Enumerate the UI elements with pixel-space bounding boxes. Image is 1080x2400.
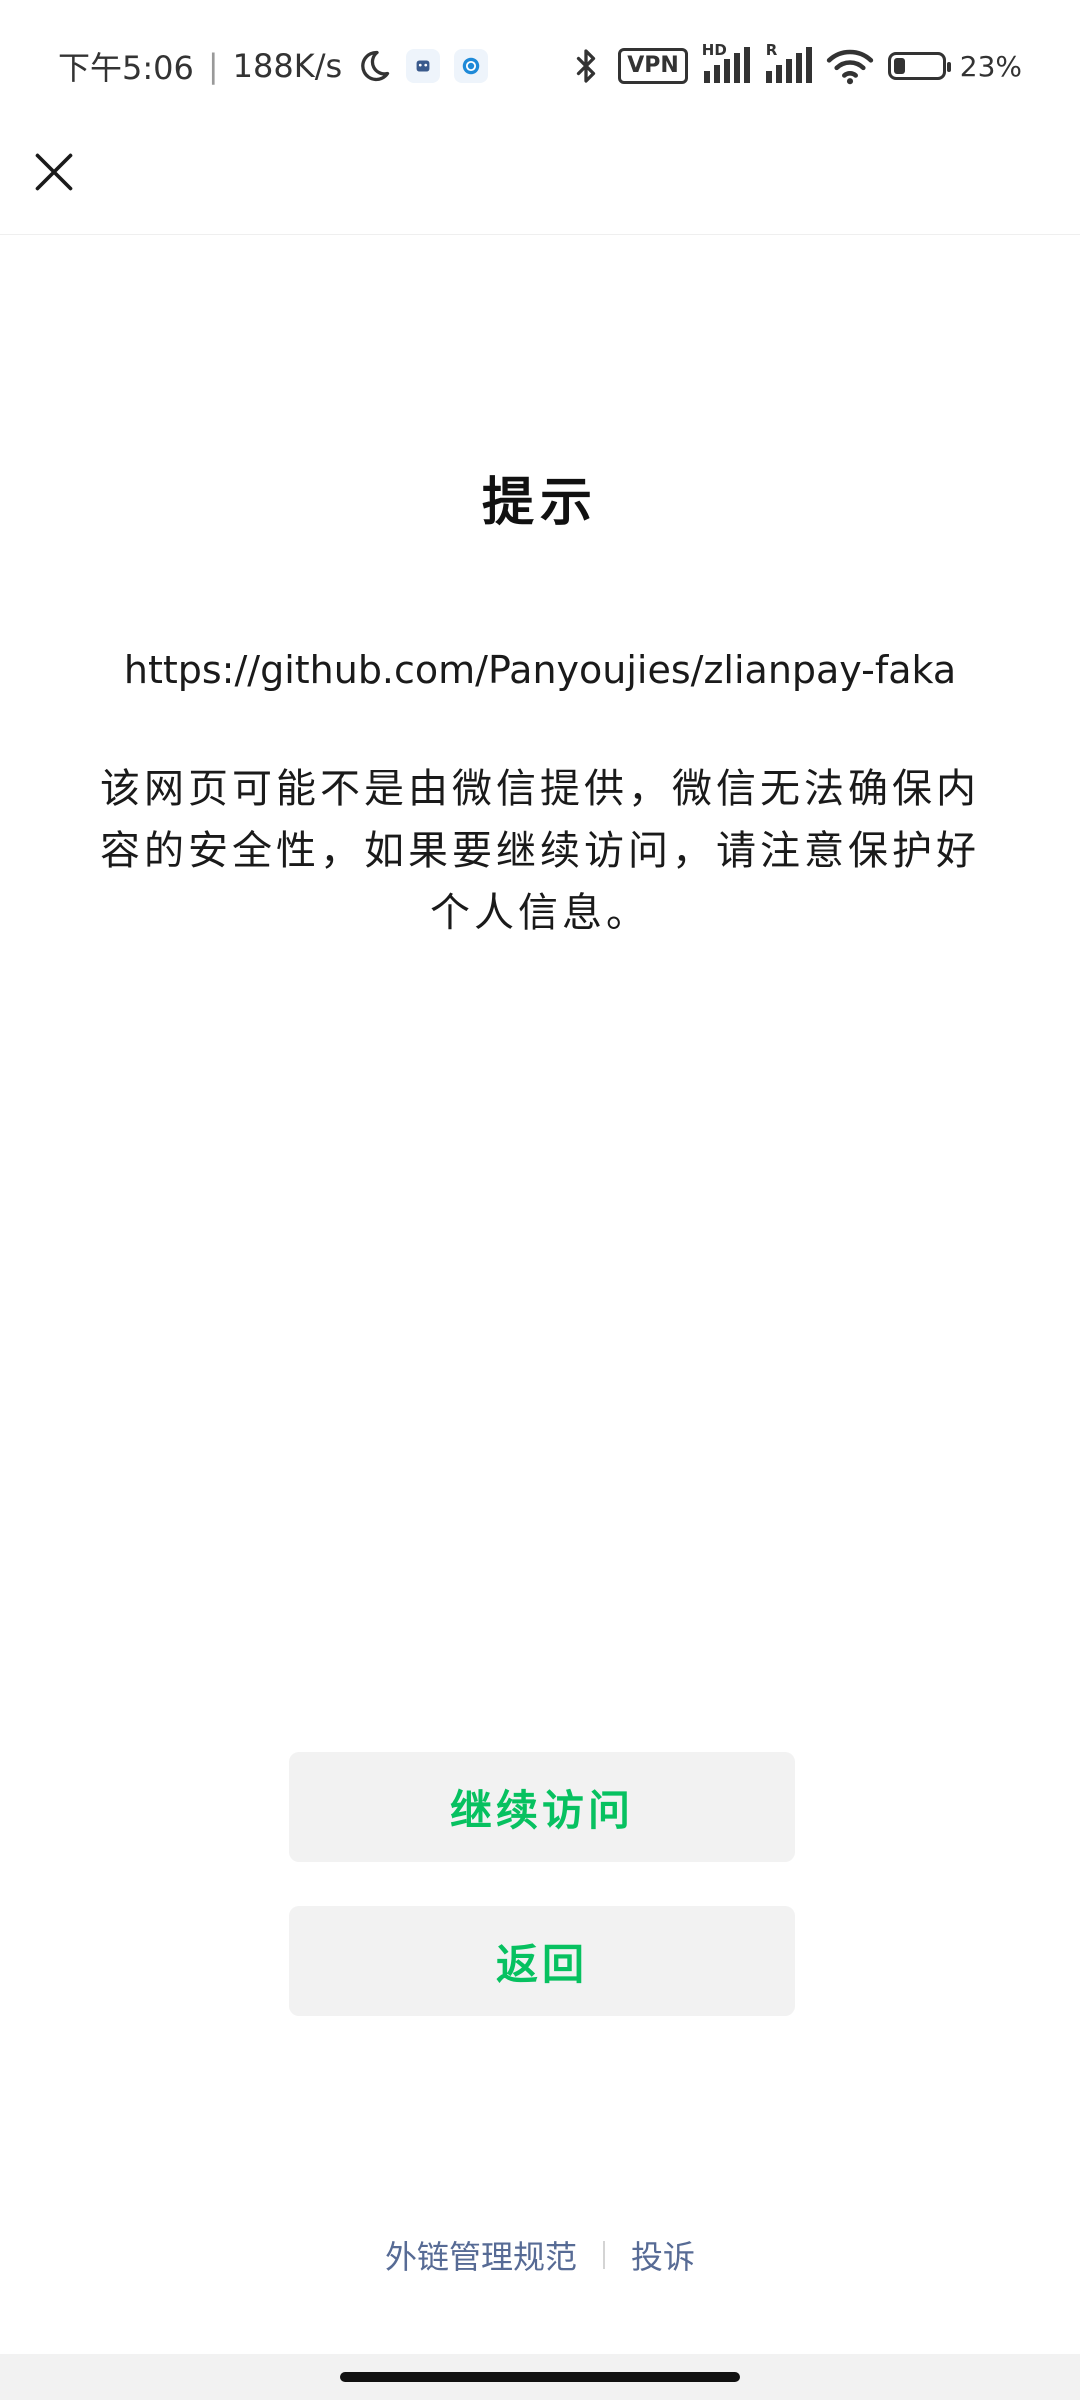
status-separator: | [207,47,219,85]
system-nav-bar [0,2354,1080,2400]
hd-label: HD [701,41,727,59]
footer-divider [603,2241,605,2269]
battery-percent: 23% [959,49,1022,83]
status-time: 下午5:06 [58,49,194,87]
link-rules[interactable]: 外链管理规范 [385,2232,577,2278]
signal-icon-2: R [764,41,812,85]
footer-links: 外链管理规范 投诉 [0,2232,1080,2278]
signal-icon: HD [702,41,750,85]
continue-visit-button[interactable]: 继续访问 [289,1752,795,1862]
screen: 下午5:06 | 188K/s VPN HD R 23% 提示 https://… [0,0,1080,2400]
app-notification-icon [406,49,441,83]
roaming-label: R [765,41,778,59]
network-speed: 188K/s [232,47,343,85]
app-notification-icon-2 [454,49,489,83]
close-button[interactable] [22,142,86,206]
status-bar: 下午5:06 | 188K/s VPN HD R 23% [0,0,1080,132]
status-right: VPN HD R 23% [568,41,1022,86]
home-indicator[interactable] [340,2372,740,2382]
link-complaint[interactable]: 投诉 [631,2232,695,2278]
moon-icon [356,48,392,84]
page-title: 提示 [481,473,598,533]
warning-description: 该网页可能不是由微信提供，微信无法确保内容的安全性，如果要继续访问，请注意保护好… [100,766,980,936]
top-nav [0,132,1080,235]
battery-icon [887,52,951,80]
close-icon [32,150,76,198]
status-left: 下午5:06 | 188K/s [58,43,489,89]
target-url: https://github.com/Panyoujies/zlianpay-f… [123,648,957,692]
back-button[interactable]: 返回 [289,1906,795,2016]
bluetooth-icon [568,46,604,86]
wifi-icon [826,47,874,85]
battery-fill [893,58,905,74]
vpn-icon: VPN [618,48,688,84]
